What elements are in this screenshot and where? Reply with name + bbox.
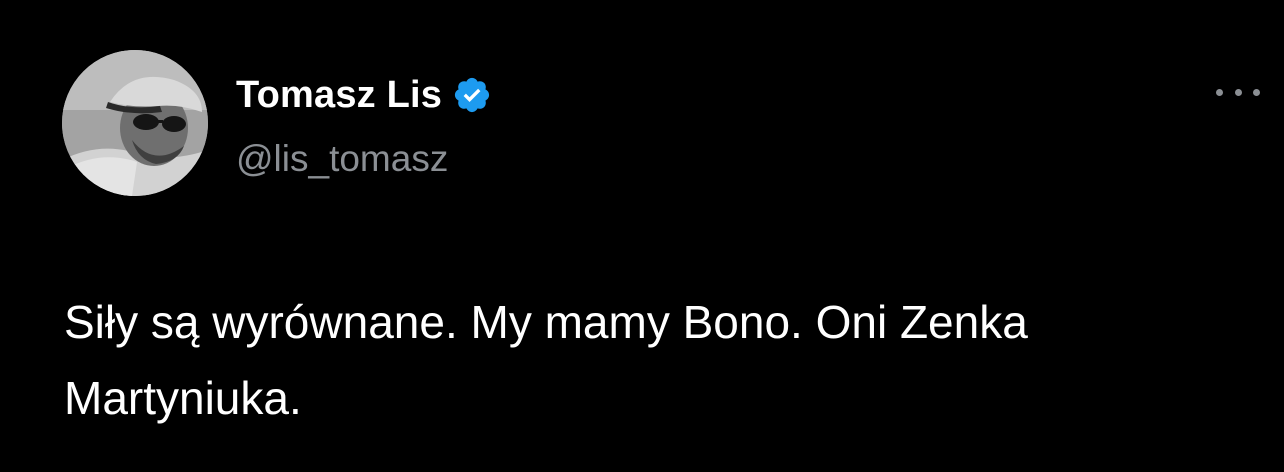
author-handle[interactable]: @lis_tomasz <box>236 138 448 180</box>
verified-badge-icon <box>452 75 492 115</box>
tweet-text: Siły są wyrównane. My mamy Bono. Oni Zen… <box>64 296 1028 424</box>
more-dot <box>1253 88 1260 96</box>
avatar[interactable] <box>62 50 208 196</box>
more-horizontal-icon[interactable] <box>1216 80 1260 104</box>
avatar-image <box>62 50 208 196</box>
author-name-row[interactable]: Tomasz Lis <box>236 70 492 120</box>
tweet-card[interactable]: Tomasz Lis @lis_tomasz Siły są wyrównane… <box>0 0 1284 472</box>
author-display-name[interactable]: Tomasz Lis <box>236 74 442 117</box>
more-dot <box>1234 88 1242 96</box>
more-dot <box>1216 88 1223 96</box>
